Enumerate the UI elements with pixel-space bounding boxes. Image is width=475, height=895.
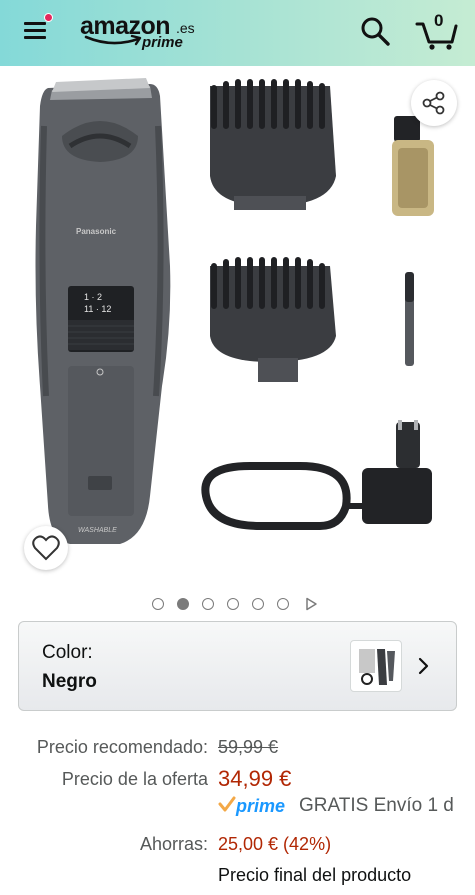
pagination-dot-6[interactable]: [277, 598, 289, 610]
comb-attachment-large: [210, 79, 336, 210]
offer-price: 34,99 €: [218, 766, 292, 791]
smile-arrow-icon: [84, 34, 142, 46]
rrp-label: Precio recomendado:: [36, 737, 208, 757]
search-button[interactable]: [358, 14, 394, 50]
color-value: Negro: [42, 671, 97, 692]
chevron-right-icon: [418, 657, 429, 675]
wishlist-button[interactable]: [24, 526, 68, 570]
pagination-dot-5[interactable]: [252, 598, 264, 610]
menu-button[interactable]: [22, 13, 54, 47]
color-label: Color:: [42, 642, 93, 663]
pagination-dot-1[interactable]: [152, 598, 164, 610]
color-thumbnail: [350, 640, 402, 692]
dial-label-2: 11 · 12: [84, 304, 111, 314]
savings-label: Ahorras:: [139, 834, 208, 854]
search-icon: [361, 17, 390, 46]
video-play-icon[interactable]: [304, 597, 318, 611]
product-body-text: WASHABLE: [78, 527, 117, 534]
final-price-note: Precio final del producto: [218, 865, 412, 885]
offer-label: Precio de la oferta: [61, 769, 208, 789]
cart-count: 0: [434, 11, 444, 30]
pagination-dot-3[interactable]: [202, 598, 214, 610]
pagination-dot-4[interactable]: [227, 598, 239, 610]
heart-icon: [32, 535, 60, 561]
comb-attachment-small: [210, 257, 336, 382]
shipping-info: GRATIS Envío 1 d: [299, 795, 454, 816]
product-brand-text: Panasonic: [76, 227, 117, 236]
notification-dot: [44, 13, 53, 22]
share-button[interactable]: [411, 80, 457, 126]
charger-cable: [201, 420, 432, 530]
cart-button[interactable]: 0: [414, 10, 460, 52]
prime-check-icon: [218, 796, 236, 812]
product-image: 1 · 2 11 · 12 Panasonic WASHABLE: [35, 78, 434, 544]
oil-bottle: [392, 116, 434, 216]
pagination-dot-2[interactable]: [177, 598, 189, 610]
share-icon: [422, 91, 445, 115]
amazon-prime-logo[interactable]: amazon .es prime: [80, 12, 200, 54]
savings-value: 25,00 € (42%): [218, 834, 332, 854]
color-selector[interactable]: Color: Negro: [18, 621, 457, 711]
cleaning-brush: [405, 272, 414, 366]
image-pagination: [150, 597, 320, 613]
prime-label: prime: [236, 796, 286, 816]
product-image-gallery[interactable]: 1 · 2 11 · 12 Panasonic WASHABLE: [0, 66, 475, 578]
top-navigation-bar: amazon .es prime 0: [0, 0, 475, 66]
dial-label-1: 1 · 2: [84, 292, 102, 302]
rrp-value: 59,99 €: [218, 737, 279, 757]
